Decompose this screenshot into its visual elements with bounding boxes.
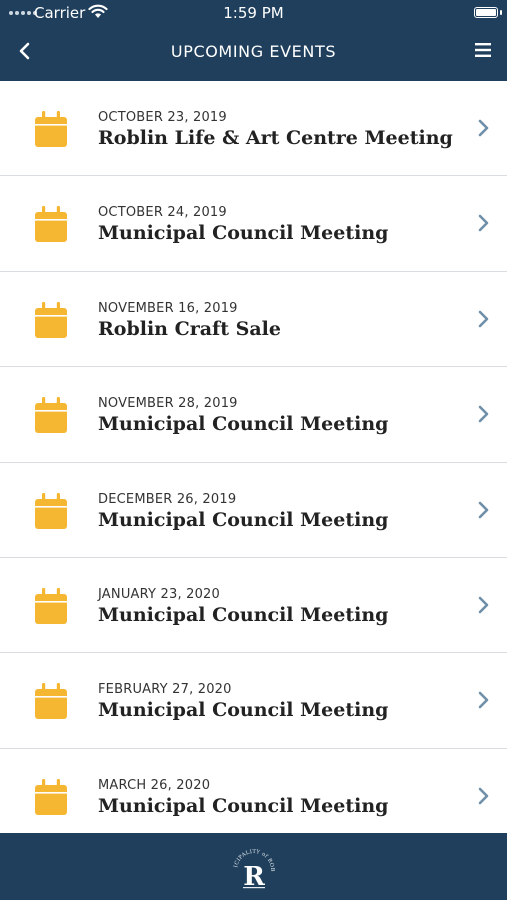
event-date: OCTOBER 24, 2019	[98, 205, 227, 221]
event-row[interactable]: FEBRUARY 27, 2020 Municipal Council Meet…	[0, 653, 507, 749]
menu-button[interactable]	[471, 38, 495, 62]
hamburger-menu-icon	[475, 43, 491, 57]
event-title: Municipal Council Meeting	[98, 699, 389, 722]
event-date: NOVEMBER 16, 2019	[98, 300, 238, 316]
event-date: DECEMBER 26, 2019	[98, 491, 237, 507]
nav-bar: UPCOMING EVENTS	[0, 26, 507, 81]
calendar-icon	[35, 492, 67, 529]
municipality-logo: MUNICIPALITY of ROBLIN R	[229, 843, 275, 892]
chevron-right-icon	[478, 501, 489, 518]
event-row[interactable]: JANUARY 23, 2020 Municipal Council Meeti…	[0, 557, 507, 654]
chevron-right-icon	[478, 119, 489, 137]
event-title: Municipal Council Meeting	[98, 222, 389, 245]
chevron-right-icon	[478, 405, 489, 423]
calendar-icon	[35, 111, 67, 147]
calendar-icon	[35, 683, 67, 720]
event-date: MARCH 26, 2020	[98, 777, 211, 793]
event-row[interactable]: OCTOBER 24, 2019 Municipal Council Meeti…	[0, 176, 507, 272]
event-row[interactable]: OCTOBER 23, 2019 Roblin Life & Art Centr…	[0, 81, 507, 177]
event-title: Municipal Council Meeting	[98, 413, 389, 436]
calendar-icon	[35, 778, 67, 815]
event-title: Roblin Life & Art Centre Meeting	[98, 127, 453, 149]
top-bar: Carrier 1:59 PM UPCOMING EVENTS	[0, 0, 507, 81]
chevron-right-icon	[478, 692, 489, 709]
event-row[interactable]: DECEMBER 26, 2019 Municipal Council Meet…	[0, 462, 507, 558]
event-date: NOVEMBER 28, 2019	[98, 396, 238, 412]
chevron-right-icon	[478, 215, 489, 232]
footer-bar: MUNICIPALITY of ROBLIN R	[0, 833, 507, 900]
event-date: FEBRUARY 27, 2020	[98, 682, 232, 698]
calendar-icon	[35, 206, 67, 243]
chevron-right-icon	[478, 310, 489, 328]
calendar-icon	[35, 587, 67, 624]
events-list: OCTOBER 23, 2019 Roblin Life & Art Centr…	[0, 81, 507, 833]
event-row[interactable]: NOVEMBER 16, 2019 Roblin Craft Sale	[0, 271, 507, 368]
event-title: Municipal Council Meeting	[98, 508, 389, 531]
chevron-right-icon	[478, 787, 489, 805]
event-row[interactable]: NOVEMBER 28, 2019 Municipal Council Meet…	[0, 367, 507, 463]
page-title: UPCOMING EVENTS	[170, 42, 337, 61]
event-row[interactable]: MARCH 26, 2020 Municipal Council Meeting	[0, 748, 507, 833]
chevron-right-icon	[478, 596, 489, 614]
calendar-icon	[35, 301, 67, 338]
calendar-icon	[35, 397, 67, 434]
event-title: Municipal Council Meeting	[98, 794, 389, 817]
event-title: Municipal Council Meeting	[98, 603, 389, 626]
event-title: Roblin Craft Sale	[98, 317, 281, 340]
event-date: OCTOBER 23, 2019	[98, 110, 227, 125]
battery-icon	[474, 7, 498, 18]
status-time: 1:59 PM	[223, 4, 284, 22]
status-bar: Carrier 1:59 PM	[0, 0, 507, 26]
event-date: JANUARY 23, 2020	[98, 586, 220, 602]
